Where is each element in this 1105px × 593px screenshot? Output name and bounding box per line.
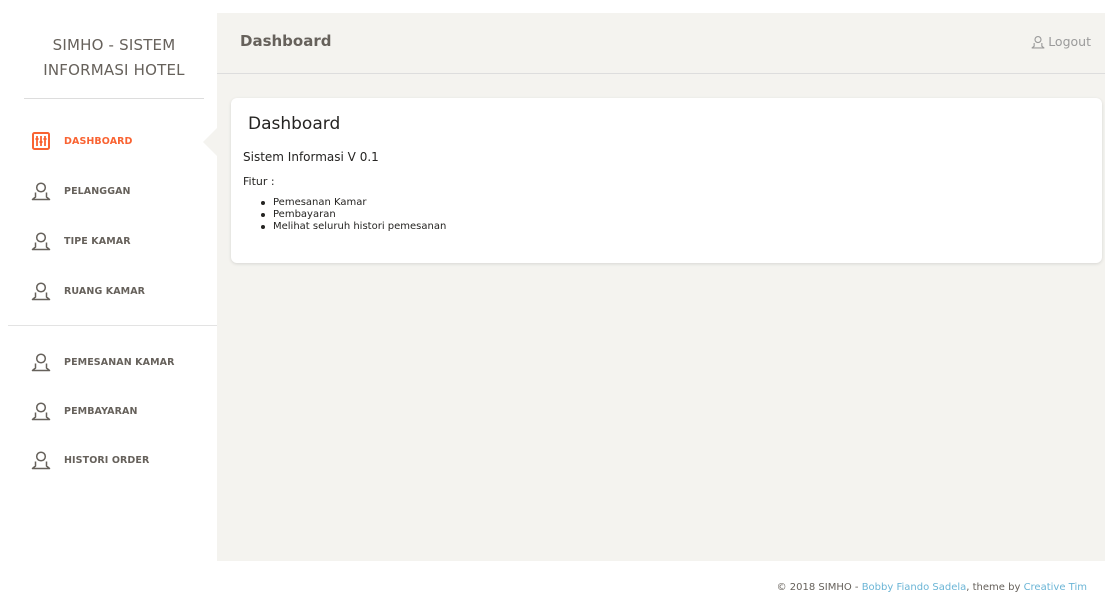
user-icon <box>30 400 52 422</box>
sidebar-item-label: PEMESANAN KAMAR <box>64 356 175 368</box>
user-icon <box>30 280 52 302</box>
card-title: Dashboard <box>248 114 341 134</box>
sidebar-item-label: PEMBAYARAN <box>64 405 138 417</box>
page-title: Dashboard <box>240 32 332 50</box>
features-list: Pemesanan Kamar Pembayaran Melihat selur… <box>261 197 446 233</box>
sidebar-item-histori-order[interactable]: HISTORI ORDER <box>30 447 149 473</box>
sidebar-brand[interactable]: SIMHO - SISTEM INFORMASI HOTEL <box>24 33 204 83</box>
user-icon <box>1031 35 1045 49</box>
user-icon <box>30 180 52 202</box>
sidebar: SIMHO - SISTEM INFORMASI HOTEL DASHBOARD… <box>0 0 217 593</box>
list-item: Pembayaran <box>261 209 446 221</box>
panel-icon <box>30 130 52 152</box>
topbar: Dashboard Logout <box>217 13 1105 74</box>
brand-line-1: SIMHO - SISTEM <box>52 36 176 54</box>
sidebar-item-dashboard[interactable]: DASHBOARD <box>30 128 133 154</box>
user-icon <box>30 449 52 471</box>
brand-line-2: INFORMASI HOTEL <box>43 61 185 79</box>
logout-button[interactable]: Logout <box>1031 34 1091 49</box>
main-content: Dashboard Logout Dashboard Sistem Inform… <box>217 13 1105 561</box>
active-item-arrow <box>203 128 217 156</box>
nav-divider <box>8 325 217 326</box>
dashboard-card: Dashboard Sistem Informasi V 0.1 Fitur :… <box>231 98 1102 263</box>
version-text: Sistem Informasi V 0.1 <box>243 150 379 164</box>
sidebar-item-label: HISTORI ORDER <box>64 454 150 466</box>
sidebar-item-pembayaran[interactable]: PEMBAYARAN <box>30 398 138 424</box>
footer: © 2018 SIMHO - Bobby Fiando Sadela, them… <box>777 582 1087 593</box>
sidebar-item-label: DASHBOARD <box>64 135 133 147</box>
author-link[interactable]: Bobby Fiando Sadela <box>862 582 967 593</box>
brand-divider <box>24 98 204 99</box>
list-item: Melihat seluruh histori pemesanan <box>261 221 446 233</box>
user-icon <box>30 351 52 373</box>
footer-copyright: © 2018 SIMHO - <box>776 582 862 593</box>
sidebar-item-ruang-kamar[interactable]: RUANG KAMAR <box>30 278 145 304</box>
sidebar-item-label: TIPE KAMAR <box>64 235 131 247</box>
sidebar-item-label: PELANGGAN <box>64 185 131 197</box>
theme-link[interactable]: Creative Tim <box>1024 582 1087 593</box>
user-icon <box>30 230 52 252</box>
footer-theme-text: , theme by <box>966 582 1024 593</box>
logout-label: Logout <box>1048 34 1091 49</box>
sidebar-item-label: RUANG KAMAR <box>64 285 146 297</box>
sidebar-item-tipe-kamar[interactable]: TIPE KAMAR <box>30 228 131 254</box>
sidebar-item-pemesanan-kamar[interactable]: PEMESANAN KAMAR <box>30 349 175 375</box>
sidebar-item-pelanggan[interactable]: PELANGGAN <box>30 178 131 204</box>
features-label: Fitur : <box>243 175 275 188</box>
list-item: Pemesanan Kamar <box>261 197 446 209</box>
